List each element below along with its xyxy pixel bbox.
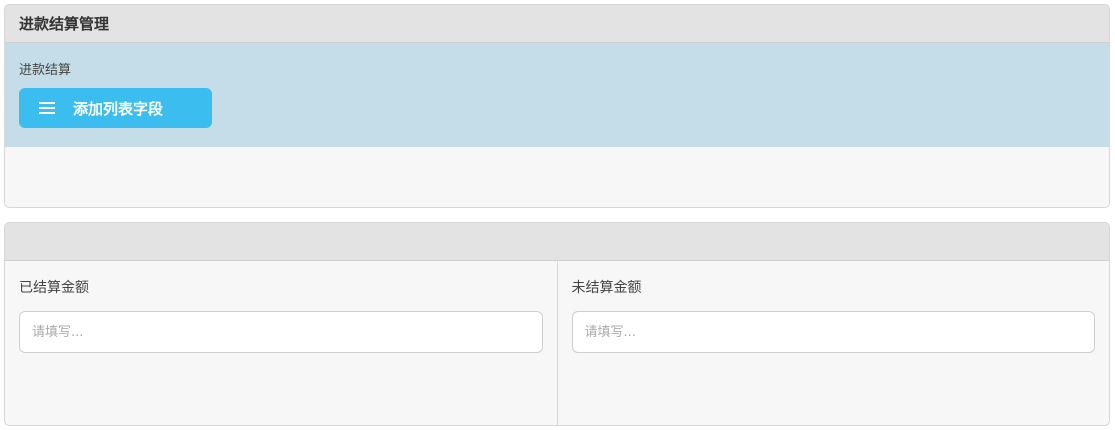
settled-amount-column: 已结算金额 bbox=[5, 261, 557, 425]
unsettled-amount-input[interactable] bbox=[571, 311, 1095, 353]
unsettled-amount-label: 未结算金额 bbox=[571, 280, 642, 296]
amount-panel: 已结算金额 未结算金额 bbox=[4, 222, 1110, 426]
section-label: 进款结算 bbox=[19, 63, 72, 78]
settled-amount-input[interactable] bbox=[19, 311, 543, 353]
add-list-field-label: 添加列表字段 bbox=[73, 100, 164, 118]
add-list-field-button[interactable]: 添加列表字段 bbox=[19, 88, 212, 128]
unsettled-amount-column: 未结算金额 bbox=[556, 261, 1110, 425]
list-icon bbox=[39, 101, 55, 115]
panel-title: 进款结算管理 bbox=[5, 5, 1109, 43]
settled-amount-label: 已结算金额 bbox=[19, 280, 89, 296]
panel-title-empty bbox=[5, 223, 1109, 261]
amount-fields-row: 已结算金额 未结算金额 bbox=[5, 261, 1110, 425]
settlement-section: 进款结算 添加列表字段 bbox=[5, 43, 1109, 147]
settlement-management-panel: 进款结算管理 进款结算 添加列表字段 bbox=[4, 4, 1110, 208]
